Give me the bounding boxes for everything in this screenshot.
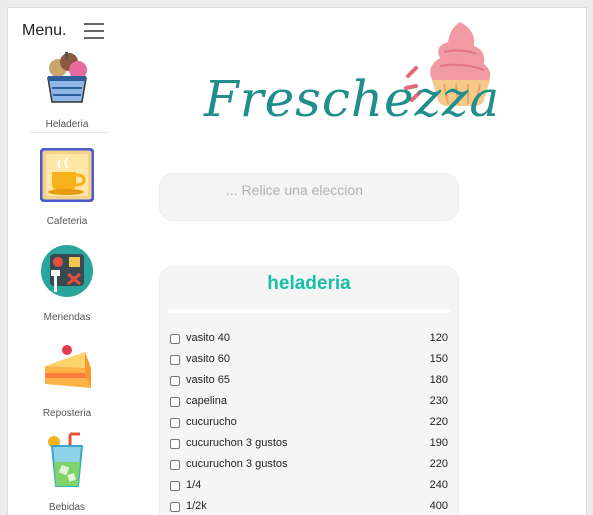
search-input[interactable]: ... Relice una eleccion (159, 173, 459, 221)
item-name: vasito 65 (186, 374, 231, 386)
panel-title: heladeria (267, 273, 351, 294)
sidebar-item-reposteria[interactable]: Reposteria (28, 338, 106, 422)
list-item: cucuruchon 3 gustos 190 (170, 437, 448, 453)
panel-divider (168, 310, 450, 313)
snack-plate-icon (41, 245, 93, 297)
item-price: 150 (429, 353, 448, 365)
item-price: 230 (429, 395, 448, 407)
menu-header: Menu. (22, 20, 112, 42)
item-price: 220 (429, 458, 448, 470)
list-item: vasito 40 120 (170, 332, 448, 348)
sidebar-divider (30, 132, 108, 133)
item-checkbox[interactable] (170, 334, 180, 344)
item-name: vasito 60 (186, 353, 231, 365)
item-checkbox[interactable] (170, 355, 180, 365)
sidebar-item-label: Heladeria (45, 119, 89, 130)
search-placeholder: ... Relice una eleccion (226, 182, 363, 198)
list-item: 1/4 240 (170, 479, 448, 495)
item-checkbox[interactable] (170, 502, 180, 512)
item-checkbox[interactable] (170, 397, 180, 407)
coffee-cup-icon (40, 148, 94, 202)
item-name: cucurucho (186, 416, 237, 428)
sidebar-item-meriendas[interactable]: Meriendas (28, 244, 106, 324)
cake-slice-icon (45, 345, 91, 388)
list-item: 1/2k 400 (170, 500, 448, 515)
item-price: 240 (429, 479, 448, 491)
ice-cream-cup-icon (47, 52, 87, 103)
menu-label: Menu. (22, 22, 67, 39)
sidebar-item-label: Meriendas (43, 312, 91, 323)
item-checkbox[interactable] (170, 460, 180, 470)
sidebar-item-label: Reposteria (42, 408, 92, 419)
item-name: 1/4 (186, 479, 202, 491)
item-price: 180 (429, 374, 448, 386)
drink-glass-icon (48, 432, 84, 487)
sidebar-item-label: Cafeteria (46, 216, 88, 227)
item-checkbox[interactable] (170, 376, 180, 386)
menu-panel: heladeria vasito 40 120 vasito 60 150 va… (159, 266, 459, 515)
app-frame: Menu. Heladeria Cafeteria Meriendas Repo… (7, 7, 587, 515)
list-item: vasito 65 180 (170, 374, 448, 390)
item-checkbox[interactable] (170, 481, 180, 491)
item-name: cucuruchon 3 gustos (186, 437, 288, 449)
item-name: vasito 40 (186, 332, 231, 344)
list-item: cucurucho 220 (170, 416, 448, 432)
item-price: 190 (429, 437, 448, 449)
item-price: 120 (429, 332, 448, 344)
sidebar-item-cafeteria[interactable]: Cafeteria (28, 148, 106, 228)
hamburger-menu-icon[interactable] (84, 23, 104, 39)
sidebar-item-bebidas[interactable]: Bebidas (28, 432, 106, 515)
brand-logo-text: Freschezza (204, 70, 501, 128)
list-item: capelina 230 (170, 395, 448, 411)
sidebar-item-heladeria[interactable]: Heladeria (28, 52, 106, 132)
item-checkbox[interactable] (170, 418, 180, 428)
item-name: cucuruchon 3 gustos (186, 458, 288, 470)
item-price: 220 (429, 416, 448, 428)
item-checkbox[interactable] (170, 439, 180, 449)
item-price: 400 (429, 500, 448, 512)
item-name: capelina (186, 395, 227, 407)
list-item: cucuruchon 3 gustos 220 (170, 458, 448, 474)
list-item: vasito 60 150 (170, 353, 448, 369)
item-name: 1/2k (186, 500, 207, 512)
sidebar-item-label: Bebidas (48, 502, 86, 513)
